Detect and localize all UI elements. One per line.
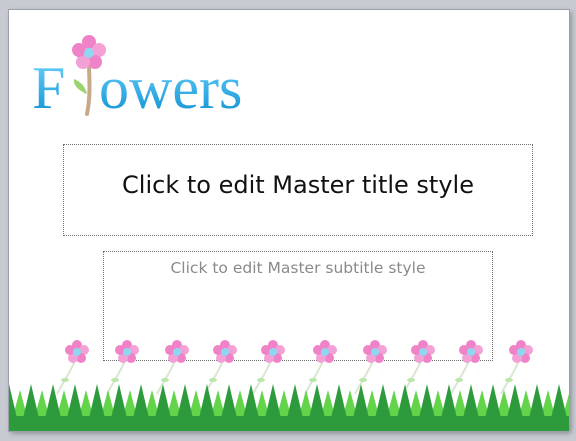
grass-border — [9, 384, 569, 431]
border-flower-icon — [156, 340, 189, 395]
logo-letter-f: F — [32, 55, 65, 121]
border-flower-icon — [450, 340, 483, 395]
grass-base — [9, 416, 569, 431]
border-flower-icon — [500, 340, 533, 395]
slide-master-canvas[interactable]: F owers Click to edit Master title style… — [9, 10, 569, 431]
border-flower-icon — [354, 340, 387, 395]
title-placeholder[interactable]: Click to edit Master title style — [63, 144, 533, 236]
title-placeholder-text: Click to edit Master title style — [122, 171, 474, 199]
border-flower-icon — [106, 340, 139, 395]
border-flower-icon — [204, 340, 237, 395]
border-flower-icon — [252, 340, 285, 395]
logo-word-rest: owers — [99, 55, 242, 121]
subtitle-placeholder-text: Click to edit Master subtitle style — [170, 259, 426, 277]
border-flower-icon — [56, 340, 89, 395]
border-flower-icon — [304, 340, 337, 395]
border-flower-icon — [402, 340, 435, 395]
flowers-logo: F owers — [32, 35, 242, 121]
grass-flower-border — [9, 340, 569, 431]
